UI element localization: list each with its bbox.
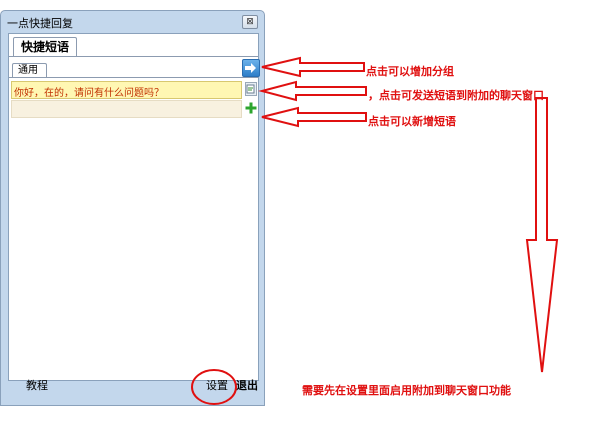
annotation-add-phrase: 点击可以新增短语 [368, 115, 456, 128]
annotation-setup: 需要先在设置里面启用附加到聊天窗口功能 [302, 384, 511, 397]
annotation-send-phrase: ，点击可发送短语到附加的聊天窗口 [368, 89, 544, 102]
arrow-add-group [261, 56, 365, 78]
arrow-down-long [525, 97, 559, 373]
annotation-overlay [191, 56, 559, 405]
arrow-send-phrase [258, 80, 367, 102]
arrow-add-phrase [261, 106, 367, 128]
annotation-add-group: 点击可以增加分组 [366, 65, 454, 78]
settings-highlight-circle [191, 369, 237, 405]
